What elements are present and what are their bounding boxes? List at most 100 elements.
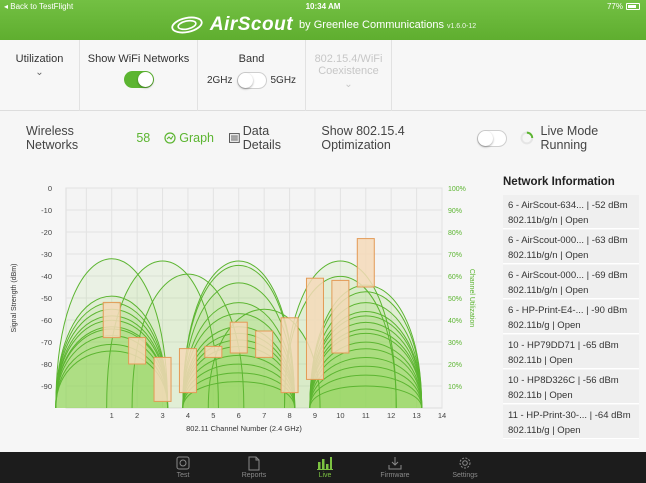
y-tick-label: -20 [41, 228, 52, 237]
tab-reports-label: Reports [241, 472, 267, 479]
tab-firmware[interactable]: Firmware [373, 454, 417, 479]
network-item-title: 6 - AirScout-000... | -63 dBm [508, 235, 628, 246]
network-item-title: 11 - HP-Print-30-... | -64 dBm [508, 410, 631, 421]
tab-live-label: Live [318, 472, 332, 479]
network-item-details: 802.11b | Open [508, 390, 573, 401]
tab-settings-label: Settings [452, 472, 478, 479]
network-list-item[interactable]: 11 - HP-Print-30-... | -64 dBm 802.11b/g … [503, 405, 639, 439]
show-wifi-control: Show WiFi Networks [80, 40, 198, 111]
utilization-bar [331, 279, 350, 354]
graph-icon [164, 132, 176, 144]
gear-icon [459, 457, 471, 469]
battery-status: 77% [607, 2, 640, 11]
y-tick-label: -70 [41, 338, 52, 347]
utilization-bar [128, 337, 147, 365]
network-item-title: 6 - AirScout-634... | -52 dBm [508, 200, 628, 211]
y-tick-label: -10 [41, 206, 52, 215]
x-tick-label: 3 [160, 411, 164, 420]
utilization-bar [280, 317, 299, 394]
x-tick-label: 4 [186, 411, 190, 420]
tab-bar: Test Reports Live Firmware Settings [0, 452, 646, 483]
y-tick-label: -60 [41, 316, 52, 325]
x-tick-label: 5 [211, 411, 215, 420]
x-tick-label: 7 [262, 411, 266, 420]
y-tick-label: -80 [41, 360, 52, 369]
chevron-down-icon: ⌄ [344, 79, 353, 90]
show-wifi-label: Show WiFi Networks [87, 53, 190, 65]
bar-chart-icon [317, 457, 333, 470]
x-tick-label: 2 [135, 411, 139, 420]
brand-by: by Greenlee Communications v1.6.0-12 [299, 19, 477, 31]
utilization-bar [356, 238, 375, 288]
x-tick-label: 12 [387, 411, 395, 420]
y-tick-label: -40 [41, 272, 52, 281]
band-label: Band [238, 53, 265, 65]
utilization-bar [229, 321, 248, 354]
live-mode-spinner-icon [520, 131, 534, 145]
network-information-title: Network Information [503, 176, 615, 188]
coexistence-label-1: 802.15.4/WiFi [314, 53, 383, 65]
signal-strength-chart[interactable]: 0 -10 -20 -30 -40 -50 -60 -70 -80 -90 100% 90% 80% 70… [0, 176, 490, 438]
y2-tick-label: 90% [448, 208, 462, 215]
x-tick-label: 1 [110, 411, 114, 420]
tab-reports[interactable]: Reports [232, 454, 276, 479]
data-details-button[interactable]: Data Details [228, 124, 309, 152]
network-list-item[interactable]: 6 - AirScout-000... | -69 dBm 802.11b/g/n… [503, 265, 639, 299]
y2-axis-title: Channel Utilization [468, 269, 475, 327]
document-icon [248, 456, 260, 470]
band-2ghz-label: 2GHz [206, 75, 233, 86]
battery-icon [626, 3, 640, 10]
network-item-title: 10 - HP79DD71 | -65 dBm [508, 340, 619, 351]
graph-label: Graph [179, 131, 214, 145]
network-item-details: 802.11b/g/n | Open [508, 250, 589, 261]
utilization-dropdown[interactable]: Utilization ⌄ [0, 40, 80, 111]
network-list-item[interactable]: 10 - HP79DD71 | -65 dBm 802.11b | Open [503, 335, 639, 369]
network-item-details: 802.11b | Open [508, 355, 573, 366]
tab-live[interactable]: Live [303, 454, 347, 479]
utilization-bar [255, 330, 274, 358]
network-list-item[interactable]: 6 - HP-Print-E4-... | -90 dBm 802.11b/g |… [503, 300, 639, 334]
coexistence-label-2: Coexistence [318, 65, 379, 77]
graph-button[interactable]: Graph [164, 131, 214, 145]
utilization-bar [178, 348, 197, 394]
optimization-toggle[interactable] [477, 129, 507, 147]
band-toggle[interactable] [236, 72, 267, 89]
network-item-title: 6 - HP-Print-E4-... | -90 dBm [508, 305, 628, 316]
utilization-bar [204, 345, 223, 358]
network-list-item[interactable]: 10 - HP8D326C | -56 dBm 802.11b | Open [503, 370, 639, 404]
status-time: 10:34 AM [305, 2, 341, 11]
y2-tick-label: 60% [448, 274, 462, 281]
download-icon [388, 457, 402, 470]
y-tick-label: -90 [41, 382, 52, 391]
x-tick-label: 13 [412, 411, 420, 420]
y2-tick-label: 100% [448, 186, 466, 193]
x-tick-label: 9 [313, 411, 317, 420]
coexistence-dropdown[interactable]: 802.15.4/WiFi Coexistence ⌄ [306, 40, 392, 111]
network-item-details: 802.11b/g/n | Open [508, 285, 589, 296]
tab-settings[interactable]: Settings [443, 454, 487, 479]
y-tick-label: -30 [41, 250, 52, 259]
y2-tick-label: 40% [448, 318, 462, 325]
utilization-label: Utilization [15, 53, 64, 65]
wireless-networks-count: 58 [136, 131, 151, 145]
network-list-item[interactable]: 6 - AirScout-634... | -52 dBm 802.11b/g/n… [503, 195, 639, 229]
version-label: v1.6.0-12 [446, 23, 477, 30]
band-control: Band 2GHz 5GHz [198, 40, 306, 111]
y2-tick-label: 20% [448, 362, 462, 369]
live-mode-label: Live Mode Running [540, 124, 599, 152]
tab-firmware-label: Firmware [380, 472, 410, 479]
utilization-bar [305, 277, 324, 380]
y-tick-label: 0 [48, 184, 52, 193]
network-item-details: 802.11b/g/n | Open [508, 215, 589, 226]
x-tick-label: 11 [362, 411, 370, 420]
network-list-item[interactable]: 6 - AirScout-000... | -63 dBm 802.11b/g/n… [503, 230, 639, 264]
y2-tick-label: 70% [448, 252, 462, 259]
x-tick-label: 10 [336, 411, 344, 420]
test-icon [176, 456, 190, 470]
brand-name: AirScout [209, 14, 294, 35]
x-tick-label: 8 [287, 411, 291, 420]
tab-test[interactable]: Test [161, 454, 205, 479]
network-item-details: 802.11b/g | Open [508, 425, 581, 436]
chevron-down-icon: ⌄ [35, 67, 44, 78]
show-wifi-toggle[interactable] [123, 71, 154, 88]
